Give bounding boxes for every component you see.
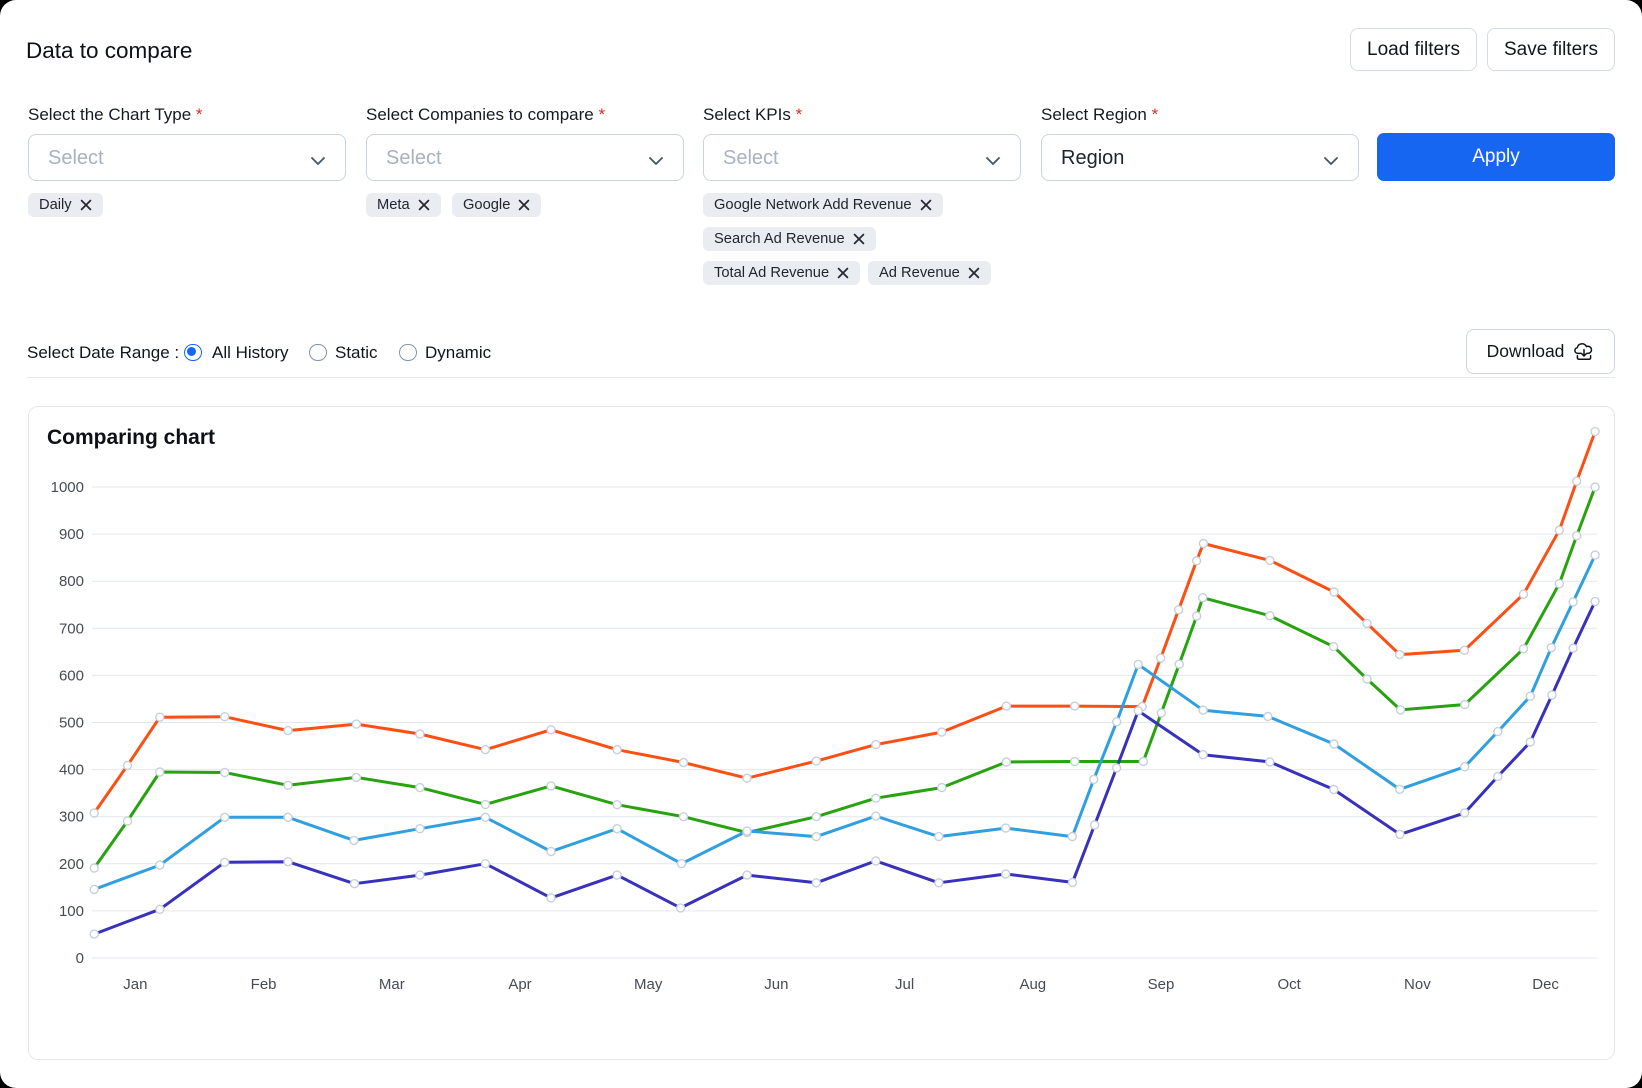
svg-text:Oct: Oct [1278, 976, 1302, 993]
svg-text:1000: 1000 [51, 479, 84, 496]
svg-text:700: 700 [59, 620, 84, 637]
svg-text:May: May [634, 976, 663, 993]
svg-text:800: 800 [59, 573, 84, 590]
svg-text:500: 500 [59, 715, 84, 732]
svg-text:Jan: Jan [123, 976, 147, 993]
svg-text:900: 900 [59, 526, 84, 543]
svg-text:100: 100 [59, 903, 84, 920]
svg-text:Nov: Nov [1404, 976, 1431, 993]
svg-text:Feb: Feb [251, 976, 277, 993]
svg-text:Mar: Mar [379, 976, 405, 993]
svg-text:300: 300 [59, 809, 84, 826]
svg-text:200: 200 [59, 856, 84, 873]
svg-text:Jul: Jul [895, 976, 914, 993]
svg-text:Apr: Apr [508, 976, 531, 993]
svg-text:0: 0 [76, 950, 84, 967]
svg-text:Sep: Sep [1148, 976, 1175, 993]
svg-text:600: 600 [59, 667, 84, 684]
svg-text:400: 400 [59, 762, 84, 779]
svg-text:Aug: Aug [1019, 976, 1046, 993]
svg-text:Jun: Jun [764, 976, 788, 993]
svg-text:Dec: Dec [1532, 976, 1559, 993]
